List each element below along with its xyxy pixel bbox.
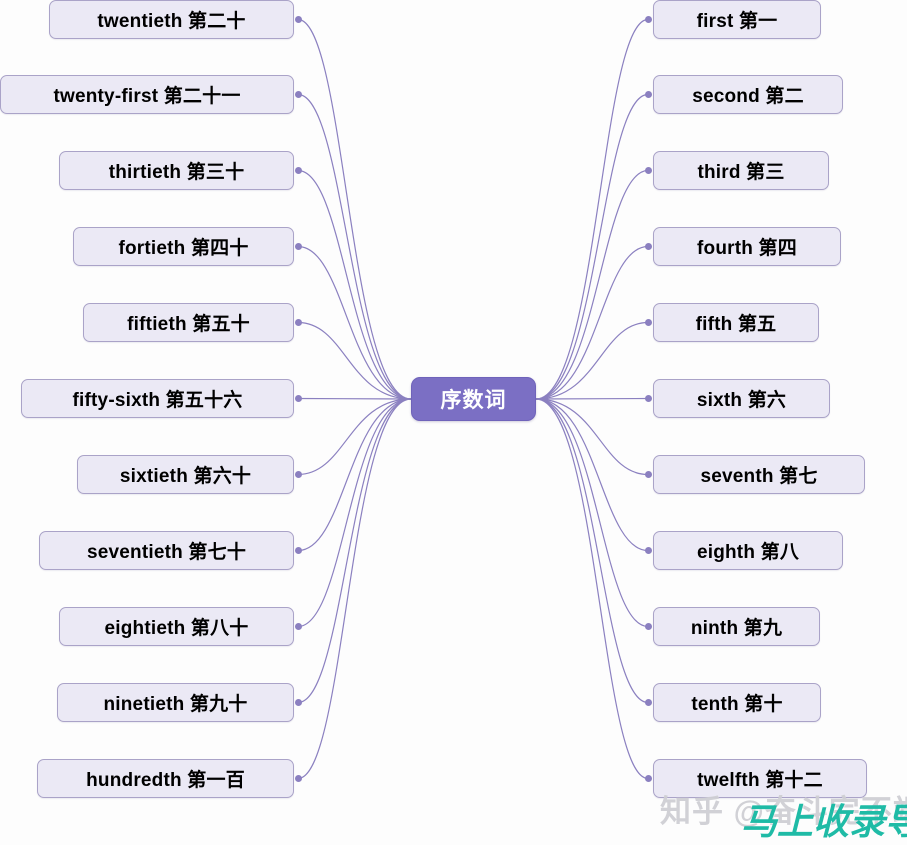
branch-node-ninetieth[interactable]: ninetieth 第九十	[57, 683, 294, 722]
branch-node-label: sixtieth 第六十	[119, 466, 252, 487]
connector-dot	[294, 547, 302, 554]
branch-node-label: ninetieth 第九十	[103, 694, 248, 715]
branch-node-label: fifth 第五	[695, 314, 777, 335]
edge-to-twenty-first	[297, 93, 412, 400]
edge-to-tenth	[535, 398, 649, 704]
branch-node-fifth[interactable]: fifth 第五	[653, 303, 819, 342]
center-node-label: 序数词	[440, 389, 507, 412]
connector-dot	[644, 319, 652, 326]
connector-dot	[294, 243, 302, 250]
connector-dot	[644, 16, 652, 23]
branch-node-label: ninth 第九	[690, 618, 783, 639]
branch-node-fifty-sixth[interactable]: fifty-sixth 第五十六	[21, 379, 294, 418]
branch-node-third[interactable]: third 第三	[653, 151, 829, 190]
branch-node-first[interactable]: first 第一	[653, 0, 821, 39]
edge-to-hundredth	[297, 398, 412, 780]
branch-node-label: second 第二	[692, 86, 804, 107]
branch-node-label: tenth 第十	[691, 694, 783, 715]
center-node-ordinal-numbers[interactable]: 序数词	[411, 377, 536, 421]
edge-to-fifty-sixth	[297, 397, 412, 400]
edge-to-thirtieth	[297, 169, 412, 400]
edge-to-fiftieth	[297, 321, 412, 400]
connector-dot	[644, 775, 652, 782]
connector-dot	[294, 16, 302, 23]
connector-dot	[644, 395, 652, 402]
branch-node-label: fourth 第四	[697, 238, 797, 259]
edge-to-second	[535, 93, 649, 400]
branch-node-sixth[interactable]: sixth 第六	[653, 379, 830, 418]
branch-node-label: seventh 第七	[700, 466, 818, 487]
connector-dot	[294, 471, 302, 478]
connector-dot	[644, 623, 652, 630]
edge-to-fortieth	[297, 245, 412, 400]
branch-node-twentieth[interactable]: twentieth 第二十	[49, 0, 294, 39]
branch-node-tenth[interactable]: tenth 第十	[653, 683, 821, 722]
branch-node-eighth[interactable]: eighth 第八	[653, 531, 843, 570]
edge-to-eighth	[535, 398, 649, 552]
branch-node-eightieth[interactable]: eightieth 第八十	[59, 607, 294, 646]
branch-node-label: fifty-sixth 第五十六	[72, 390, 243, 411]
edge-to-fifth	[535, 321, 649, 400]
branch-node-sixtieth[interactable]: sixtieth 第六十	[77, 455, 294, 494]
connector-dot	[644, 243, 652, 250]
connector-dot	[294, 91, 302, 98]
branch-node-label: twentieth 第二十	[97, 11, 246, 32]
connector-dot	[294, 699, 302, 706]
branch-node-hundredth[interactable]: hundredth 第一百	[37, 759, 294, 798]
edge-to-ninetieth	[297, 398, 412, 704]
branch-node-thirtieth[interactable]: thirtieth 第三十	[59, 151, 294, 190]
branch-node-ninth[interactable]: ninth 第九	[653, 607, 820, 646]
branch-node-label: first 第一	[696, 11, 778, 32]
mind-map-canvas: 序数词 first 第一 second 第二 third 第三 fourth 第四 fi…	[0, 0, 907, 842]
branch-node-second[interactable]: second 第二	[653, 75, 843, 114]
branch-node-label: eighth 第八	[696, 542, 800, 563]
edge-to-twelfth	[535, 398, 649, 780]
edge-to-sixtieth	[297, 398, 412, 476]
branch-node-twenty-first[interactable]: twenty-first 第二十一	[0, 75, 294, 114]
connector-dot	[644, 471, 652, 478]
edge-to-ninth	[535, 398, 649, 628]
branch-node-fortieth[interactable]: fortieth 第四十	[73, 227, 294, 266]
edge-to-fourth	[535, 245, 649, 400]
edge-to-seventieth	[297, 398, 412, 552]
edge-to-twentieth	[297, 18, 412, 400]
branch-node-label: twenty-first 第二十一	[53, 86, 241, 107]
connector-dot	[644, 699, 652, 706]
connector-dot	[644, 91, 652, 98]
branch-node-label: eightieth 第八十	[104, 618, 249, 639]
connector-dot	[294, 623, 302, 630]
branch-node-label: thirtieth 第三十	[108, 162, 245, 183]
nav-watermark: 马上收录导航	[741, 801, 907, 842]
branch-node-label: fiftieth 第五十	[127, 314, 250, 335]
edge-to-seventh	[535, 398, 649, 476]
branch-node-fourth[interactable]: fourth 第四	[653, 227, 841, 266]
connector-dot	[294, 319, 302, 326]
branch-node-label: sixth 第六	[696, 390, 787, 411]
connector-dot	[294, 167, 302, 174]
edge-to-sixth	[535, 397, 649, 400]
connector-dot	[294, 395, 302, 402]
branch-node-seventh[interactable]: seventh 第七	[653, 455, 865, 494]
connector-dot	[644, 167, 652, 174]
branch-node-fiftieth[interactable]: fiftieth 第五十	[83, 303, 294, 342]
branch-node-label: hundredth 第一百	[86, 770, 245, 791]
branch-node-seventieth[interactable]: seventieth 第七十	[39, 531, 294, 570]
edge-to-eightieth	[297, 398, 412, 628]
branch-node-label: fortieth 第四十	[118, 238, 249, 259]
connector-dot	[644, 547, 652, 554]
branch-node-label: seventieth 第七十	[86, 542, 247, 563]
connector-dot	[294, 775, 302, 782]
edge-to-first	[535, 18, 649, 400]
branch-node-label: third 第三	[697, 162, 785, 183]
edge-to-third	[535, 169, 649, 400]
